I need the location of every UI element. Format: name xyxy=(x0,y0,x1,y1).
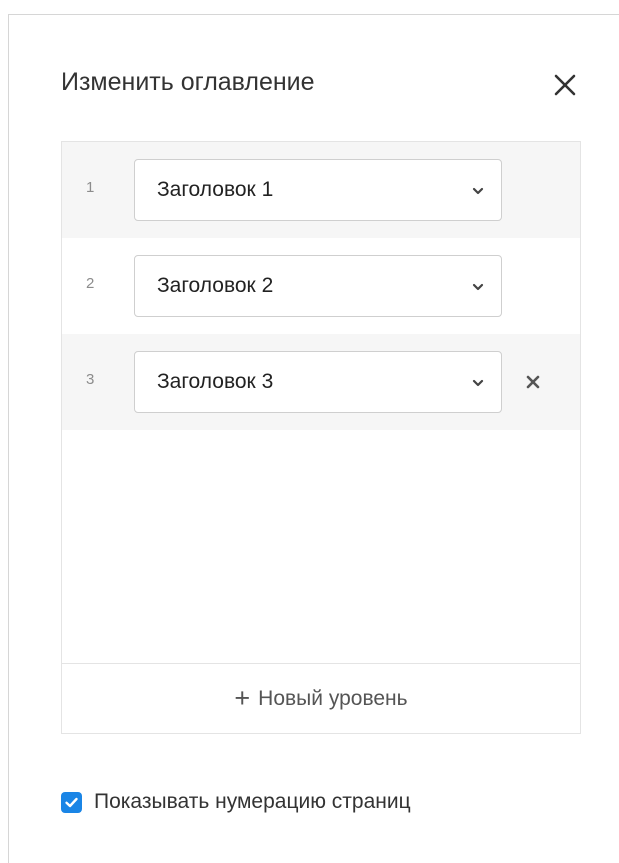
level-row: 2 Заголовок 2 xyxy=(62,238,580,334)
chevron-down-icon xyxy=(472,283,484,291)
level-number: 2 xyxy=(86,275,95,292)
close-button[interactable] xyxy=(548,68,582,102)
level-style-select[interactable]: Заголовок 3 xyxy=(134,351,502,413)
plus-icon: + xyxy=(234,683,251,713)
level-style-value: Заголовок 2 xyxy=(157,274,274,297)
level-number: 3 xyxy=(86,371,95,388)
level-row: 1 Заголовок 1 xyxy=(62,142,580,238)
dialog-title: Изменить оглавление xyxy=(61,68,315,96)
show-page-numbers-option[interactable]: Показывать нумерацию страниц xyxy=(61,787,411,817)
chevron-down-icon xyxy=(472,187,484,195)
level-number: 1 xyxy=(86,179,95,196)
levels-list: 1 Заголовок 1 2 Заголовок 2 3 Заголовок … xyxy=(61,141,581,734)
add-level-button[interactable]: + Новый уровень xyxy=(62,663,580,733)
level-style-select[interactable]: Заголовок 2 xyxy=(134,255,502,317)
show-page-numbers-label: Показывать нумерацию страниц xyxy=(94,790,411,813)
remove-level-button[interactable] xyxy=(522,371,544,393)
show-page-numbers-checkbox[interactable] xyxy=(61,791,82,813)
close-icon xyxy=(554,74,576,96)
checkmark-icon xyxy=(65,797,78,807)
level-style-select[interactable]: Заголовок 1 xyxy=(134,159,502,221)
level-style-value: Заголовок 3 xyxy=(157,370,274,393)
close-icon xyxy=(526,375,540,389)
level-style-value: Заголовок 1 xyxy=(157,178,274,201)
chevron-down-icon xyxy=(472,379,484,387)
level-row: 3 Заголовок 3 xyxy=(62,334,580,430)
add-level-label: Новый уровень xyxy=(258,686,408,710)
